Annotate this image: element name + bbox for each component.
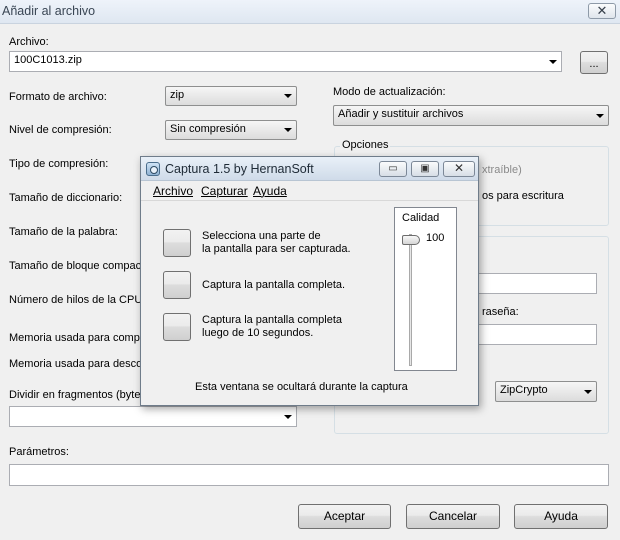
captura-dialog: Captura 1.5 by HernanSoft ▭ ▣ ✕ Archivo …: [140, 156, 479, 406]
diccionario-label: Tamaño de diccionario:: [9, 192, 123, 204]
modo-value: Añadir y sustituir archivos: [338, 108, 464, 120]
main-title-bar: Añadir al archivo ✕: [0, 0, 620, 24]
chevron-down-icon: [284, 94, 292, 98]
modo-label: Modo de actualización:: [333, 86, 446, 98]
calidad-panel: Calidad 100: [394, 207, 457, 371]
hilos-label: Número de hilos de la CPU:: [9, 294, 146, 306]
parametros-field[interactable]: [9, 464, 609, 486]
dialog-footer-text: Esta ventana se ocultará durante la capt…: [195, 381, 408, 393]
dividir-label: Dividir en fragmentos (bytes):: [9, 389, 153, 401]
parametros-label: Parámetros:: [9, 446, 69, 458]
dialog-title: Captura 1.5 by HernanSoft: [165, 162, 314, 176]
formato-label: Formato de archivo:: [9, 91, 107, 103]
aceptar-button[interactable]: Aceptar: [298, 504, 391, 529]
cifrado-value: ZipCrypto: [500, 384, 548, 396]
contrasena-label: raseña:: [482, 306, 519, 318]
formato-value: zip: [170, 89, 185, 101]
calidad-label: Calidad: [402, 212, 440, 224]
calidad-slider-thumb[interactable]: [402, 235, 420, 245]
dialog-menu-bar: Archivo Capturar Ayuda: [141, 182, 478, 201]
dialog-title-bar: Captura 1.5 by HernanSoft ▭ ▣ ✕: [141, 157, 478, 181]
capture-full-text: Captura la pantalla completa.: [202, 279, 346, 291]
chevron-down-icon: [549, 59, 557, 64]
archivo-value: 100C1013.zip: [14, 54, 82, 66]
cancelar-button[interactable]: Cancelar: [406, 504, 500, 529]
palabra-label: Tamaño de la palabra:: [9, 226, 118, 238]
minimize-button[interactable]: ▭: [379, 161, 407, 177]
menu-ayuda[interactable]: Ayuda: [253, 184, 287, 198]
capture-delayed-button[interactable]: [163, 313, 191, 341]
ayuda-button[interactable]: Ayuda: [514, 504, 608, 529]
menu-capturar[interactable]: Capturar: [201, 184, 248, 198]
capture-delayed-text: Captura la pantalla completa luego de 10…: [202, 314, 343, 339]
opcion-extraible-text: xtraíble): [482, 164, 522, 176]
chevron-down-icon: [596, 113, 604, 118]
calidad-value: 100: [426, 232, 445, 244]
password-confirm-field[interactable]: [478, 324, 597, 345]
chevron-down-icon: [584, 389, 592, 394]
nivel-combo[interactable]: Sin compresión: [165, 120, 297, 140]
opcion-escritura-text: os para escritura: [482, 190, 564, 202]
nivel-value: Sin compresión: [170, 123, 246, 135]
modo-combo[interactable]: Añadir y sustituir archivos: [333, 105, 609, 126]
dividir-combo[interactable]: [9, 406, 297, 427]
dialog-close-button[interactable]: ✕: [443, 161, 475, 177]
main-window-title: Añadir al archivo: [2, 4, 96, 18]
capture-region-button[interactable]: [163, 229, 191, 257]
archivo-combo[interactable]: 100C1013.zip: [9, 51, 562, 72]
nivel-label: Nivel de compresión:: [9, 124, 112, 136]
archivo-label: Archivo:: [9, 36, 49, 48]
formato-combo[interactable]: zip: [165, 86, 297, 106]
mem-desc-label: Memoria usada para descor: [9, 358, 146, 370]
opciones-label: Opciones: [340, 139, 391, 151]
capture-region-text: Selecciona una parte de la pantalla para…: [202, 230, 351, 255]
chevron-down-icon: [284, 128, 292, 132]
calidad-slider-track[interactable]: [409, 234, 412, 366]
main-close-button[interactable]: ✕: [588, 3, 616, 19]
password-field[interactable]: [478, 273, 597, 294]
cifrado-combo[interactable]: ZipCrypto: [495, 381, 597, 402]
chevron-down-icon: [284, 414, 292, 419]
bloque-label: Tamaño de bloque compact: [9, 260, 145, 272]
maximize-button[interactable]: ▣: [411, 161, 439, 177]
tipo-label: Tipo de compresión:: [9, 158, 109, 170]
menu-archivo[interactable]: Archivo: [153, 184, 193, 198]
camera-icon: [146, 162, 160, 176]
mem-comp-label: Memoria usada para compri: [9, 332, 146, 344]
capture-full-button[interactable]: [163, 271, 191, 299]
browse-button[interactable]: ...: [580, 51, 608, 74]
